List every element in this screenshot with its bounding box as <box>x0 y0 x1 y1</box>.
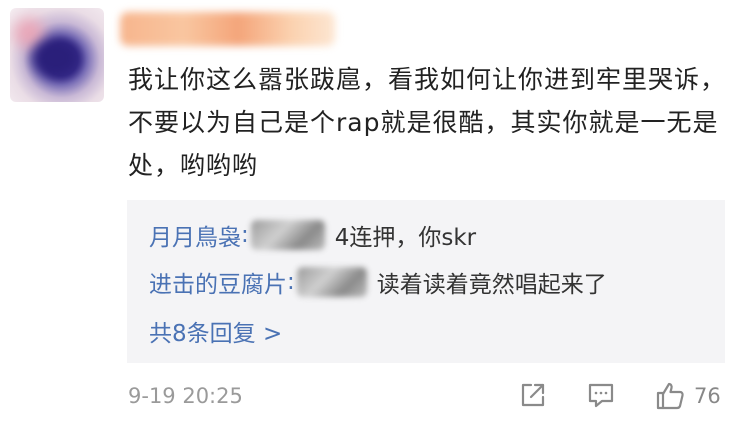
reply-author[interactable]: 进击的豆腐片 <box>149 265 287 299</box>
reply-item[interactable]: 月月鳥袅 : 4连押，你skr <box>149 217 476 253</box>
reply-preview-box[interactable]: 月月鳥袅 : 4连押，你skr 进击的豆腐片 : 读着读着竟然唱起来了 共8条回… <box>127 200 725 363</box>
more-replies-link[interactable]: 共8条回复 > <box>149 314 282 348</box>
username-blurred[interactable] <box>120 12 335 46</box>
reply-author[interactable]: 月月鳥袅 <box>149 218 241 252</box>
comment-icon[interactable] <box>586 380 616 414</box>
reply-text: 读着读着竟然唱起来了 <box>376 272 607 298</box>
avatar[interactable] <box>10 8 104 102</box>
like-count: 76 <box>694 384 721 408</box>
comment-text: 我让你这么嚣张跋扈，看我如何让你进到牢里哭诉，不要以为自己是个rap就是很酷，其… <box>128 65 727 180</box>
reply-avatar-blurred <box>296 267 367 297</box>
share-icon[interactable] <box>518 380 548 414</box>
comment-timestamp: 9-19 20:25 <box>128 384 243 408</box>
like-icon[interactable] <box>654 380 686 416</box>
reply-avatar-blurred <box>250 220 325 250</box>
reply-item[interactable]: 进击的豆腐片 : 读着读着竟然唱起来了 <box>149 264 607 300</box>
reply-text: 4连押，你skr <box>334 225 477 251</box>
